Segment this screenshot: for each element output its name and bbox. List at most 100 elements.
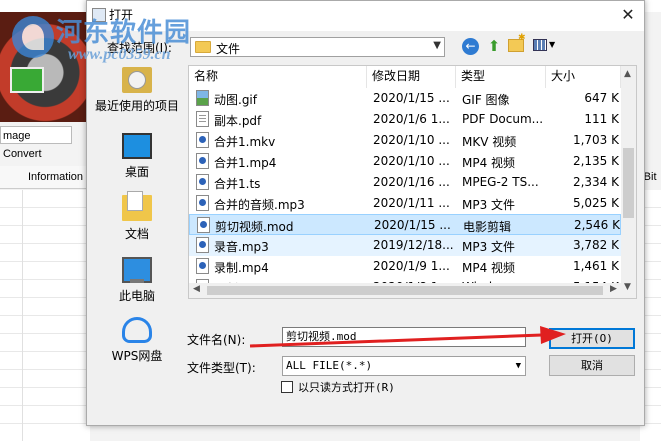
up-folder-button[interactable]: ⬆ — [485, 37, 503, 55]
places-bar: 最近使用的项目 桌面 文档 此电脑 WPS网盘 — [87, 67, 187, 367]
file-size: 1,703 K — [572, 133, 619, 147]
new-folder-button[interactable] — [508, 33, 526, 52]
scroll-up-icon[interactable]: ▲ — [624, 69, 631, 79]
file-size: 2,546 K — [573, 218, 620, 232]
file-row[interactable]: 合并1.ts 2020/1/16 ... MPEG-2 TS... 2,334 K — [189, 172, 621, 193]
column-header-date[interactable]: 修改日期 — [367, 66, 456, 88]
file-type: GIF 图像 — [462, 93, 510, 107]
file-name: 录制.mp4 — [214, 261, 269, 275]
place-desktop[interactable]: 桌面 — [87, 133, 187, 189]
place-label: 最近使用的项目 — [94, 99, 179, 113]
file-name: 合并的音频.mp3 — [214, 198, 305, 212]
media-file-icon — [196, 258, 209, 274]
file-size: 1,461 K — [572, 259, 619, 273]
vertical-scrollbar[interactable]: ▲ ▼ — [621, 66, 636, 298]
file-type: MP3 文件 — [462, 198, 516, 212]
file-type: MP4 视频 — [462, 261, 516, 275]
file-date: 2020/1/10 ... — [373, 154, 450, 168]
file-name: 剪切视频.mod — [215, 220, 294, 234]
look-in-label: 查找范围(I): — [107, 41, 172, 55]
place-label: 文档 — [124, 227, 149, 241]
file-type-label: 文件类型(T): — [187, 361, 256, 375]
background-tab[interactable]: mage Convert — [0, 126, 72, 160]
column-header-name[interactable]: 名称 — [189, 66, 367, 88]
cancel-button[interactable]: 取消 — [549, 355, 635, 376]
view-menu-button[interactable] — [533, 39, 547, 51]
place-this-pc[interactable]: 此电脑 — [87, 257, 187, 313]
file-row[interactable]: 合并1.mp4 2020/1/10 ... MP4 视频 2,135 K — [189, 151, 621, 172]
look-in-value: 文件 — [216, 42, 241, 56]
scroll-down-icon[interactable]: ▼ — [624, 282, 631, 292]
file-row[interactable]: 录音.mp3 2019/12/18... MP3 文件 3,782 K — [189, 235, 621, 256]
media-file-icon — [196, 132, 209, 148]
file-name: 录音.mp3 — [214, 240, 269, 254]
recent-items-icon — [122, 67, 152, 93]
close-button[interactable]: ✕ — [612, 1, 644, 31]
place-label: 此电脑 — [118, 289, 155, 303]
folder-icon — [195, 41, 211, 53]
file-type: 电影剪辑 — [463, 220, 512, 234]
documents-icon — [122, 191, 152, 221]
file-type: MP3 文件 — [462, 240, 516, 254]
vertical-scroll-thumb[interactable] — [623, 148, 634, 218]
file-type-select[interactable]: ALL FILE(*.*) ▼ — [282, 356, 526, 376]
place-documents[interactable]: 文档 — [87, 191, 187, 251]
horizontal-scroll-thumb[interactable] — [207, 286, 603, 295]
file-name-input[interactable]: 剪切视频.mod — [282, 327, 526, 347]
view-menu-chevron-icon[interactable]: ▼ — [549, 40, 555, 49]
readonly-label[interactable]: 以只读方式打开(R) — [298, 379, 395, 395]
file-row[interactable]: 动图.gif 2020/1/15 ... GIF 图像 647 K — [189, 88, 621, 109]
file-size: 3,782 K — [572, 238, 619, 252]
file-row[interactable]: 合并的音频.mp3 2020/1/11 ... MP3 文件 5,025 K — [189, 193, 621, 214]
file-row[interactable]: 剪切视频.mod 2020/1/15 ... 电影剪辑 2,546 K — [189, 214, 621, 235]
file-row[interactable]: 合并1.mkv 2020/1/10 ... MKV 视频 1,703 K — [189, 130, 621, 151]
file-row[interactable]: 录制.mp4 2020/1/9 1... MP4 视频 1,461 K — [189, 256, 621, 277]
background-grid-divider — [22, 190, 23, 441]
file-date: 2020/1/11 ... — [373, 196, 450, 210]
file-date: 2020/1/15 ... — [374, 218, 451, 232]
place-wps-cloud[interactable]: WPS网盘 — [87, 317, 187, 373]
file-date: 2020/1/15 ... — [373, 91, 450, 105]
scroll-left-icon[interactable]: ◀ — [193, 284, 200, 294]
readonly-checkbox[interactable] — [281, 381, 293, 393]
chevron-down-icon: ▼ — [433, 40, 441, 51]
this-pc-icon — [122, 257, 152, 283]
file-type: MP4 视频 — [462, 156, 516, 170]
image-file-icon — [196, 90, 209, 106]
file-date: 2020/1/9 1... — [373, 259, 450, 273]
file-name: 动图.gif — [214, 93, 257, 107]
place-label: 桌面 — [124, 165, 149, 179]
open-button[interactable]: 打开(O) — [549, 328, 635, 349]
file-size: 647 K — [584, 91, 619, 105]
place-recent-items[interactable]: 最近使用的项目 — [87, 67, 187, 123]
background-grid — [0, 190, 90, 441]
file-row[interactable]: 副本.pdf 2020/1/6 1... PDF Docum... 111 K — [189, 109, 621, 130]
background-column-header: Information — [0, 166, 90, 189]
back-button[interactable]: ← — [462, 38, 479, 55]
file-name: 副本.pdf — [214, 114, 262, 128]
dialog-titlebar[interactable]: 打开 ✕ — [87, 1, 644, 31]
file-type: MKV 视频 — [462, 135, 517, 149]
file-type-value: ALL FILE(*.*) — [286, 359, 373, 372]
document-file-icon — [196, 111, 209, 127]
place-label: WPS网盘 — [111, 349, 163, 363]
horizontal-scrollbar[interactable]: ◀ ▶ — [189, 283, 621, 298]
column-header-type[interactable]: 类型 — [456, 66, 546, 88]
dialog-app-icon — [92, 8, 106, 22]
open-file-dialog: 打开 ✕ 查找范围(I): 文件 ▼ ← ⬆ ▼ 最近使用的项目 桌面 文档 此… — [86, 0, 645, 426]
column-header-size[interactable]: 大小 — [546, 66, 621, 88]
media-file-icon — [196, 174, 209, 190]
cd-icon — [10, 67, 44, 93]
file-name: 合并1.mp4 — [214, 156, 277, 170]
media-file-icon — [196, 195, 209, 211]
scroll-right-icon[interactable]: ▶ — [610, 284, 617, 294]
file-name: 合并1.ts — [214, 177, 261, 191]
file-list[interactable]: 名称 修改日期 类型 大小 动图.gif 2020/1/15 ... GIF 图像 6… — [188, 65, 637, 299]
look-in-dropdown[interactable]: 文件 ▼ — [190, 37, 445, 57]
dialog-title: 打开 — [109, 8, 134, 22]
file-name: 合并1.mkv — [214, 135, 276, 149]
wps-cloud-icon — [122, 317, 152, 343]
file-size: 5,025 K — [572, 196, 619, 210]
background-column-label: Information — [28, 171, 84, 183]
file-date: 2020/1/16 ... — [373, 175, 450, 189]
